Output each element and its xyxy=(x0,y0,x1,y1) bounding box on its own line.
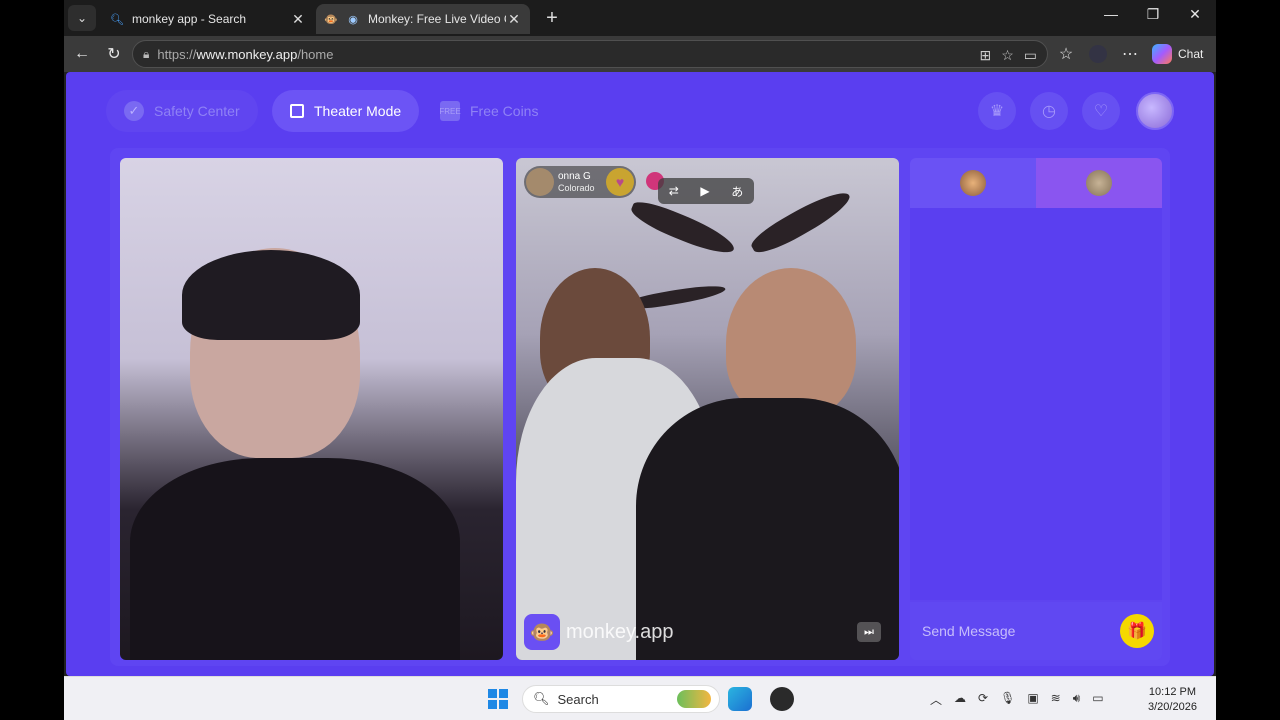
chevron-up-icon[interactable]: ︿ xyxy=(930,691,942,708)
local-person-cap xyxy=(182,250,360,340)
tab-strip: ⌄ 🔍︎ monkey app - Search ✕ 🐵 ◉ Monkey: F… xyxy=(64,0,1216,36)
microphone-icon[interactable]: 🎙︎ xyxy=(1000,691,1015,708)
user-avatar[interactable] xyxy=(1136,92,1174,130)
remote-user-location: Colorado xyxy=(558,183,595,193)
chat-panel: Send Message 🎁 xyxy=(910,158,1162,660)
tab-list-button[interactable]: ⌄ xyxy=(68,5,96,31)
copilot-icon xyxy=(1152,44,1172,64)
taskbar-search[interactable]: 🔍︎ Search xyxy=(522,685,720,713)
chat-messages xyxy=(910,208,1162,600)
clock-time: 10:12 PM xyxy=(1148,686,1197,698)
minimize-button[interactable]: — xyxy=(1096,6,1126,22)
address-bar[interactable]: 🔒︎ https://www.monkey.app/home ⊞ ☆ ▭ xyxy=(132,40,1048,68)
local-person-shirt xyxy=(130,458,460,660)
new-tab-button[interactable]: + xyxy=(540,6,564,30)
more-icon[interactable]: ⋯ xyxy=(1118,42,1142,66)
message-placeholder: Send Message xyxy=(922,623,1016,639)
clock-date: 3/20/2026 xyxy=(1148,701,1197,713)
taskbar: 🔍︎ Search ︿ ☁ ⟳ 🎙︎ ▣ ≋ 🔊︎ ▭ 10:12 PM 3/2… xyxy=(64,676,1216,720)
video-chat-area: onna G Colorado ♥ ⇄ ▶ あ 🐵 monkey.app ⏭ S… xyxy=(110,148,1170,666)
chat-tab-remote[interactable] xyxy=(1036,158,1162,208)
theater-mode-label: Theater Mode xyxy=(314,103,402,119)
restore-button[interactable]: ❐ xyxy=(1138,6,1168,23)
chat-tab-self[interactable] xyxy=(910,158,1036,208)
chat-tabs xyxy=(910,158,1162,208)
history-icon[interactable]: ◷ xyxy=(1030,92,1068,130)
swap-camera-icon[interactable]: ⇄ xyxy=(669,184,679,198)
url-text: https://www.monkey.app/home xyxy=(157,46,334,62)
close-icon[interactable]: ✕ xyxy=(506,11,522,28)
remote-user-name: onna G xyxy=(558,171,591,182)
expand-icon xyxy=(290,104,304,118)
self-avatar xyxy=(960,170,986,196)
app-available-icon[interactable]: ⊞ xyxy=(979,47,991,64)
close-icon[interactable]: ✕ xyxy=(290,11,306,28)
display-icon[interactable]: ▣ xyxy=(1027,691,1038,708)
monkey-icon: 🐵 xyxy=(324,13,338,26)
tab-monkey[interactable]: 🐵 ◉ Monkey: Free Live Video Chat ✕ xyxy=(316,4,530,34)
search-icon: 🔍︎ xyxy=(110,13,124,26)
ceiling-fan-blade xyxy=(627,196,739,260)
windows-start-icon[interactable] xyxy=(488,689,508,709)
free-coins-button[interactable]: FREE Free Coins xyxy=(422,90,556,132)
crown-icon[interactable]: ♛ xyxy=(978,92,1016,130)
lock-icon: 🔒︎ xyxy=(143,46,150,61)
safety-center-button[interactable]: ✓ Safety Center xyxy=(106,90,258,132)
theater-mode-button[interactable]: Theater Mode xyxy=(272,90,420,132)
system-tray: ︿ ☁ ⟳ 🎙︎ ▣ ≋ 🔊︎ ▭ xyxy=(930,691,1104,708)
address-bar-row: ← ↻ 🔒︎ https://www.monkey.app/home ⊞ ☆ ▭… xyxy=(64,36,1216,72)
remote-user-avatar xyxy=(526,168,554,196)
favorites-icon[interactable]: ☆ xyxy=(1054,42,1078,66)
heart-icon[interactable]: ♥ xyxy=(606,168,634,196)
shield-icon: ✓ xyxy=(124,101,144,121)
coins-icon: FREE xyxy=(439,101,461,121)
edge-browser-icon[interactable] xyxy=(728,687,752,711)
remote-person-2 xyxy=(726,268,856,418)
record-icon: ◉ xyxy=(348,13,358,26)
profile-icon[interactable] xyxy=(1086,42,1110,66)
wifi-icon[interactable]: ≋ xyxy=(1051,691,1061,708)
local-video xyxy=(120,158,503,660)
battery-icon[interactable]: ▭ xyxy=(1092,691,1103,708)
screen-share-icon[interactable]: ▶ xyxy=(700,184,709,198)
obs-app-icon[interactable] xyxy=(770,687,794,711)
search-icon: 🔍︎ xyxy=(533,691,550,706)
monkey-watermark: 🐵 monkey.app xyxy=(524,614,673,650)
tab-title: monkey app - Search xyxy=(132,12,247,26)
monkey-logo-icon: 🐵 xyxy=(524,614,560,650)
skip-icon[interactable]: ⏭ xyxy=(857,622,881,642)
gift-icon[interactable]: 🎁 xyxy=(1120,614,1154,648)
clock[interactable]: 10:12 PM 3/20/2026 xyxy=(1148,685,1197,715)
chat-label: Chat xyxy=(1178,47,1204,61)
watermark-text: monkey.app xyxy=(566,620,674,643)
close-window-button[interactable]: ✕ xyxy=(1180,6,1210,23)
remote-person-2-shirt xyxy=(636,398,899,660)
copilot-chat-button[interactable]: Chat xyxy=(1152,43,1203,65)
back-button[interactable]: ← xyxy=(70,42,94,66)
message-input[interactable]: Send Message 🎁 xyxy=(910,602,1162,660)
taskbar-search-label: Search xyxy=(557,691,599,707)
refresh-button[interactable]: ↻ xyxy=(102,42,126,66)
safety-center-label: Safety Center xyxy=(154,103,240,119)
translate-icon[interactable]: あ xyxy=(731,183,743,200)
remote-video: onna G Colorado ♥ ⇄ ▶ あ 🐵 monkey.app ⏭ xyxy=(516,158,899,660)
messages-icon[interactable]: ♡ xyxy=(1082,92,1120,130)
monkey-page: ✓ Safety Center Theater Mode FREE Free C… xyxy=(66,72,1214,676)
camera-icon[interactable]: ▭ xyxy=(1024,47,1037,64)
tab-title: Monkey: Free Live Video Chat xyxy=(368,12,506,26)
browser-window: ⌄ 🔍︎ monkey app - Search ✕ 🐵 ◉ Monkey: F… xyxy=(64,0,1216,720)
video-toolbar: ⇄ ▶ あ xyxy=(658,178,754,204)
search-highlight-icon xyxy=(677,690,711,708)
favorite-star-icon[interactable]: ☆ xyxy=(1001,47,1014,64)
remote-avatar xyxy=(1086,170,1112,196)
ceiling-fan-blade xyxy=(747,184,855,260)
volume-icon[interactable]: 🔊︎ xyxy=(1073,691,1081,708)
cloud-sync-icon[interactable]: ☁ xyxy=(954,691,966,708)
tab-search[interactable]: 🔍︎ monkey app - Search ✕ xyxy=(102,4,314,34)
sync-icon[interactable]: ⟳ xyxy=(978,691,988,708)
free-coins-label: Free Coins xyxy=(470,103,539,119)
